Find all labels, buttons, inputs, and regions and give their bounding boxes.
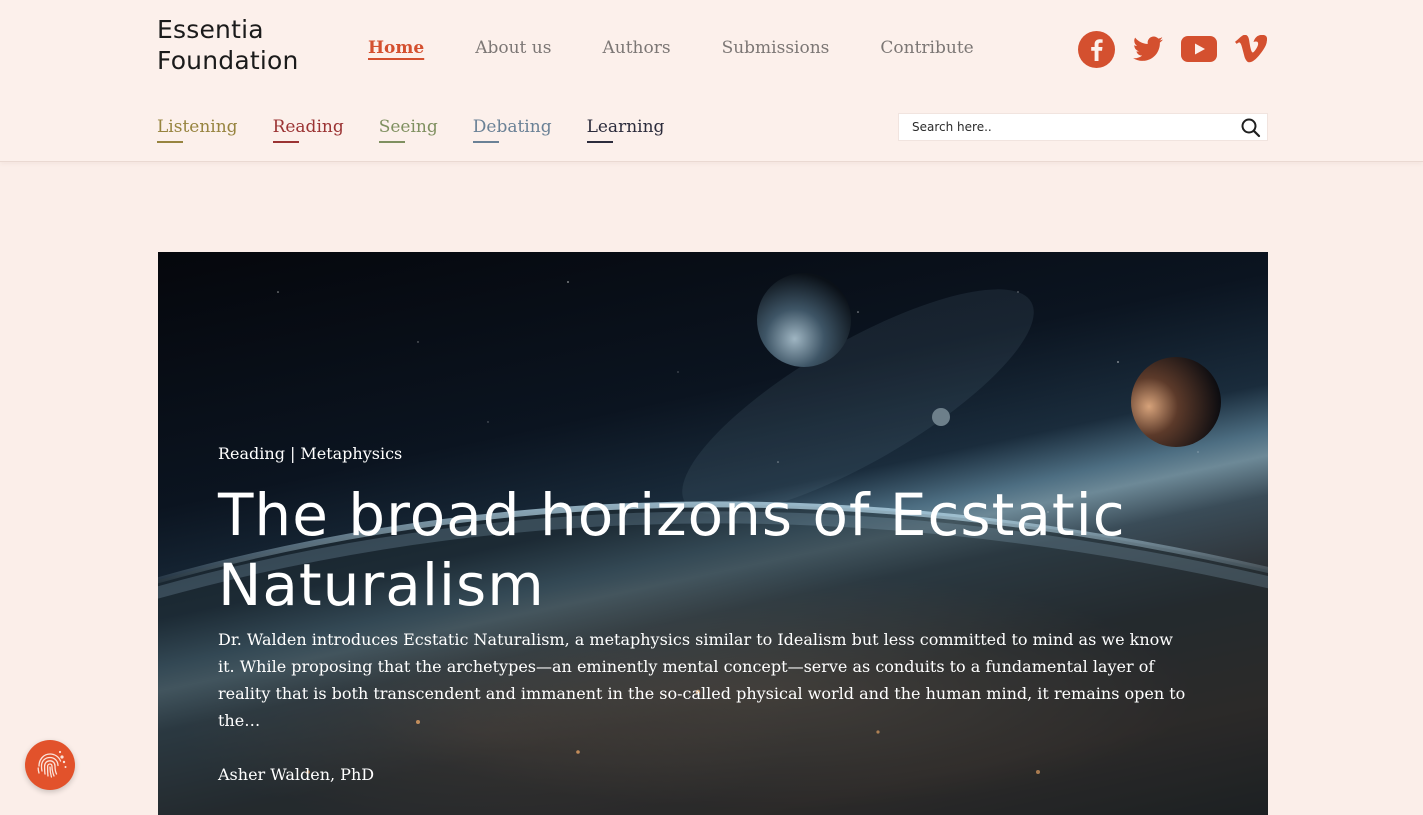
subnav-reading[interactable]: Reading: [272, 115, 344, 143]
category-link-reading[interactable]: Reading: [218, 442, 285, 466]
site-header: Essentia Foundation Home About us Author…: [0, 0, 1423, 162]
nav-submissions[interactable]: Submissions: [722, 36, 830, 62]
logo-line-2: Foundation: [157, 46, 299, 75]
featured-article[interactable]: Reading | Metaphysics The broad horizons…: [158, 252, 1268, 815]
vimeo-icon[interactable]: [1235, 35, 1267, 63]
nav-about-us[interactable]: About us: [475, 36, 551, 62]
nav-contribute[interactable]: Contribute: [880, 36, 973, 62]
sub-nav: Listening Reading Seeing Debating Learni…: [157, 115, 664, 143]
subnav-debating[interactable]: Debating: [472, 115, 552, 143]
subnav-learning[interactable]: Learning: [586, 115, 664, 143]
article-title[interactable]: The broad horizons of Ecstatic Naturalis…: [218, 480, 1208, 620]
article-meta: Reading | Metaphysics: [218, 442, 1208, 466]
featured-article-content: Reading | Metaphysics The broad horizons…: [218, 442, 1208, 734]
article-author[interactable]: Asher Walden, PhD: [218, 765, 374, 784]
social-links: [1078, 30, 1267, 68]
subnav-listening[interactable]: Listening: [157, 115, 238, 143]
facebook-icon[interactable]: [1078, 30, 1115, 68]
main-nav: Home About us Authors Submissions Contri…: [368, 36, 974, 62]
search-icon[interactable]: [1240, 117, 1262, 139]
youtube-icon[interactable]: [1181, 36, 1217, 62]
search-box: [898, 113, 1268, 141]
nav-home[interactable]: Home: [368, 36, 424, 62]
site-logo[interactable]: Essentia Foundation: [157, 14, 299, 80]
nav-authors[interactable]: Authors: [602, 36, 670, 62]
category-link-metaphysics[interactable]: Metaphysics: [300, 442, 402, 466]
search-input[interactable]: [899, 114, 1237, 140]
subnav-seeing[interactable]: Seeing: [378, 115, 438, 143]
meta-separator: |: [289, 444, 296, 463]
logo-line-1: Essentia: [157, 15, 264, 44]
cookie-settings-button[interactable]: [25, 740, 75, 790]
article-excerpt: Dr. Walden introduces Ecstatic Naturalis…: [218, 630, 1186, 730]
fingerprint-icon: [37, 750, 67, 778]
twitter-icon[interactable]: [1133, 36, 1163, 62]
